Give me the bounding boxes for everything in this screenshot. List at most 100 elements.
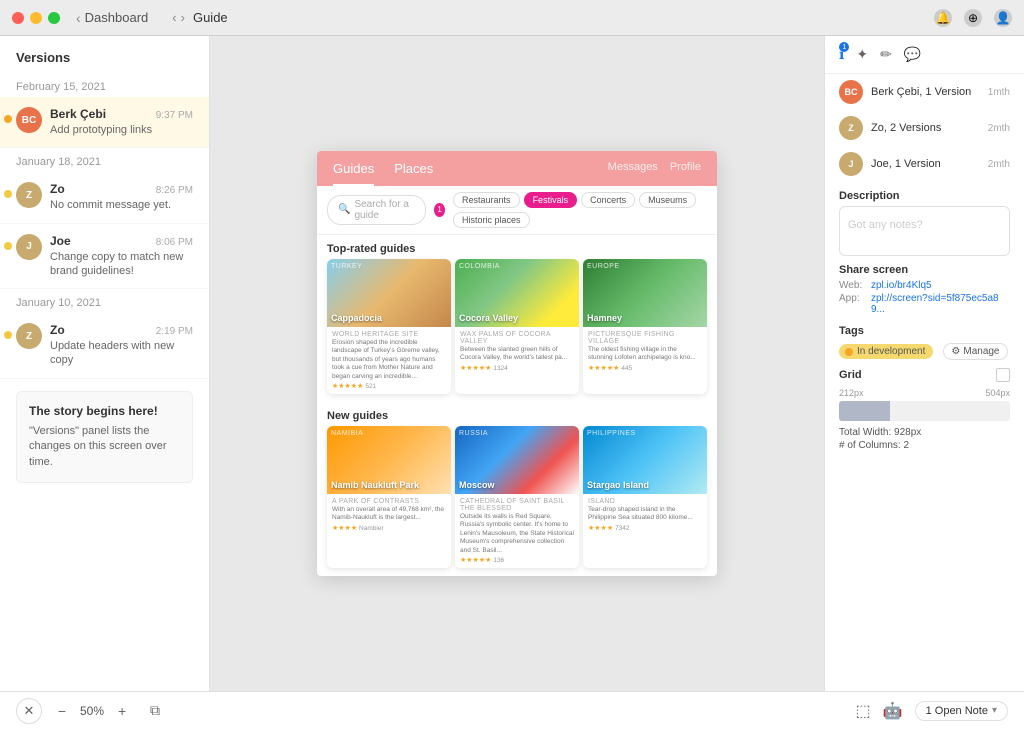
manage-button[interactable]: ⚙ Manage xyxy=(943,343,1007,360)
app-mockup: Guides Places Messages Profile 🔍 Search … xyxy=(317,151,717,576)
version-item-zo1[interactable]: Z Zo 8:26 PM No commit message yet. xyxy=(0,172,209,223)
card-desc: The oldest fishing village in the stunni… xyxy=(588,346,702,363)
user-name-joe: Joe, 1 Version xyxy=(871,158,980,170)
top-rated-cards: TURKEY Cappadocia WORLD HERITAGE SITE Er… xyxy=(317,259,717,402)
screen-icon[interactable]: ⬚ xyxy=(856,701,871,721)
version-header: Zo 2:19 PM xyxy=(50,323,193,337)
tag-restaurants[interactable]: Restaurants xyxy=(453,192,520,208)
version-item-berk[interactable]: BC Berk Çebi 9:37 PM Add prototyping lin… xyxy=(0,97,209,148)
card-moscow[interactable]: RUSSIA Moscow CATHEDRAL OF SAINT BASIL T… xyxy=(455,426,579,568)
tag-historic[interactable]: Historic places xyxy=(453,212,530,228)
zoom-minus-button[interactable]: − xyxy=(52,701,72,721)
mockup-link-profile[interactable]: Profile xyxy=(670,161,701,186)
tag-festivals[interactable]: Festivals xyxy=(524,192,578,208)
maximize-button[interactable] xyxy=(48,12,60,24)
magic-icon[interactable]: ✦ xyxy=(856,46,868,63)
version-item-joe[interactable]: J Joe 8:06 PM Change copy to match new b… xyxy=(0,224,209,290)
tab-prev-button[interactable]: ‹ xyxy=(172,10,176,25)
sidebar-left: Versions February 15, 2021 BC Berk Çebi … xyxy=(0,36,210,691)
version-item-zo2[interactable]: Z Zo 2:19 PM Update headers with new cop… xyxy=(0,313,209,379)
share-section: Share screen Web: zpl.io/br4Klq5 App: zp… xyxy=(825,264,1024,325)
mockup-nav-tabs: Guides Places Messages Profile xyxy=(333,161,701,186)
filter-badge: 1 xyxy=(434,203,445,217)
version-user-name: Berk Çebi xyxy=(50,107,106,121)
card-img-hamney: EUROPE Hamney xyxy=(583,259,707,327)
share-app-key: App: xyxy=(839,293,867,315)
share-app-val[interactable]: zpl://screen?sid=5f875ec5a89... xyxy=(871,293,1010,315)
tag-label: In development xyxy=(857,346,925,357)
share-web-row: Web: zpl.io/br4Klq5 xyxy=(839,280,1010,291)
version-date-2: January 18, 2021 xyxy=(0,148,209,172)
card-namibia[interactable]: NAMIBIA Namib Naukluft Park A PARK OF CO… xyxy=(327,426,451,568)
mockup-link-messages[interactable]: Messages xyxy=(608,161,658,186)
story-box: The story begins here! "Versions" panel … xyxy=(16,391,193,483)
zoom-plus-button[interactable]: + xyxy=(112,701,132,721)
card-hamney[interactable]: EUROPE Hamney PICTURESQUE FISHING VILLAG… xyxy=(583,259,707,394)
card-stargao[interactable]: PHILIPPINES Stargao Island ISLAND Tear-d… xyxy=(583,426,707,568)
tab-next-button[interactable]: › xyxy=(181,10,185,25)
avatar-icon[interactable]: 🤖 xyxy=(883,701,903,721)
version-header: Zo 8:26 PM xyxy=(50,182,193,196)
profile-icon[interactable]: 👤 xyxy=(994,9,1012,27)
avatar-zo2: Z xyxy=(16,323,42,349)
chat-icon[interactable]: 💬 xyxy=(904,46,921,63)
story-text: "Versions" panel lists the changes on th… xyxy=(29,424,180,470)
card-body: A PARK OF CONTRASTS With an overall area… xyxy=(327,494,451,536)
version-time: 9:37 PM xyxy=(156,110,193,121)
close-button[interactable] xyxy=(12,12,24,24)
card-name: Hamney xyxy=(587,313,622,323)
open-note-button[interactable]: 1 Open Note ▾ xyxy=(915,701,1008,721)
card-cocora[interactable]: COLOMBIA Cocora Valley WAX PALMS OF COCO… xyxy=(455,259,579,394)
user-time-berk: 1mth xyxy=(988,87,1010,98)
search-icon: 🔍 xyxy=(338,204,350,215)
version-content-zo1: Zo 8:26 PM No commit message yet. xyxy=(50,182,193,212)
version-content-joe: Joe 8:06 PM Change copy to match new bra… xyxy=(50,234,193,279)
zoom-controls: − 50% + xyxy=(52,701,132,721)
grid-checkbox[interactable] xyxy=(996,368,1010,382)
mockup-tab-places[interactable]: Places xyxy=(394,161,433,186)
copy-button[interactable]: ⧉ xyxy=(142,698,168,724)
user-row-joe[interactable]: J Joe, 1 Version 2mth xyxy=(825,146,1024,182)
card-subtitle: CATHEDRAL OF SAINT BASIL THE BLESSED xyxy=(460,498,574,512)
edit-icon[interactable]: ✏ xyxy=(880,46,892,63)
share-web-val[interactable]: zpl.io/br4Klq5 xyxy=(871,280,932,291)
card-stars: ★★★★★ 521 xyxy=(332,382,446,390)
avatar-berk: BC xyxy=(839,80,863,104)
gear-icon: ⚙ xyxy=(951,346,960,357)
card-body: CATHEDRAL OF SAINT BASIL THE BLESSED Out… xyxy=(455,494,579,568)
tag-museums[interactable]: Museums xyxy=(639,192,696,208)
tab-navigation: ‹ › xyxy=(172,10,185,25)
traffic-lights xyxy=(12,12,60,24)
nav-back-button[interactable]: ‹ xyxy=(76,10,81,26)
mockup-tab-guides[interactable]: Guides xyxy=(333,161,374,186)
breadcrumb[interactable]: Dashboard xyxy=(85,10,149,25)
mockup-search-box[interactable]: 🔍 Search for a guide xyxy=(327,195,426,225)
card-count: 7342 xyxy=(615,525,629,532)
card-country: PHILIPPINES xyxy=(587,430,636,437)
version-message: Update headers with new copy xyxy=(50,339,193,368)
card-name: Stargao Island xyxy=(587,480,649,490)
tag-concerts[interactable]: Concerts xyxy=(581,192,635,208)
minimize-button[interactable] xyxy=(30,12,42,24)
open-note-label: 1 Open Note xyxy=(926,705,988,717)
zoom-value: 50% xyxy=(80,704,104,718)
grid-columns: # of Columns: 2 xyxy=(839,440,1010,451)
help-icon[interactable]: ⊕ xyxy=(964,9,982,27)
mockup-header: Guides Places Messages Profile xyxy=(317,151,717,186)
card-stars: ★★★★ 7342 xyxy=(588,524,702,532)
card-cappadocia[interactable]: TURKEY Cappadocia WORLD HERITAGE SITE Er… xyxy=(327,259,451,394)
grid-col1-label: 212px xyxy=(839,388,864,398)
description-box[interactable]: Got any notes? xyxy=(839,206,1010,256)
card-desc: Erosion shaped the incredible landscape … xyxy=(332,339,446,381)
user-row-zo[interactable]: Z Zo, 2 Versions 2mth xyxy=(825,110,1024,146)
close-button[interactable]: ✕ xyxy=(16,698,42,724)
avatar-joe: J xyxy=(839,152,863,176)
version-time: 8:06 PM xyxy=(156,237,193,248)
info-icon[interactable]: ℹ 1 xyxy=(839,46,844,63)
tag-in-development[interactable]: In development xyxy=(839,344,933,359)
user-row-berk[interactable]: BC Berk Çebi, 1 Version 1mth xyxy=(825,74,1024,110)
card-count: 136 xyxy=(493,557,504,564)
notification-icon[interactable]: 🔔 xyxy=(934,9,952,27)
section-top-rated: Top-rated guides xyxy=(317,235,717,259)
grid-visual xyxy=(839,401,1010,421)
